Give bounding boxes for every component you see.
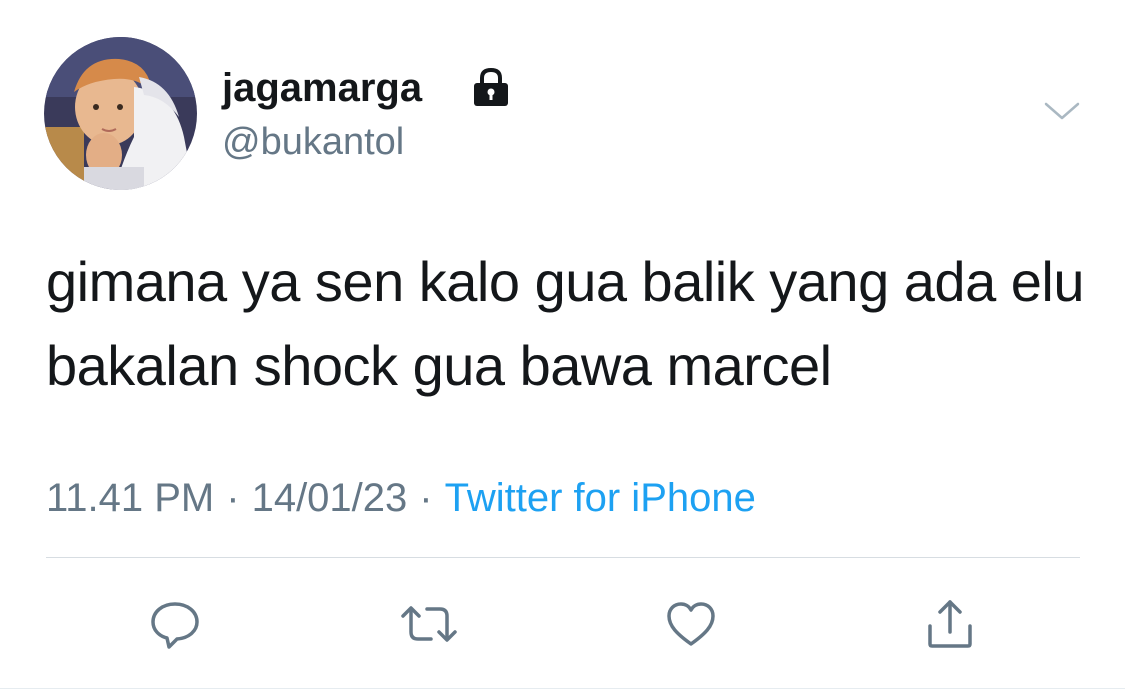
display-name[interactable]: jagamarga [222,64,422,112]
lock-icon [468,64,514,110]
user-handle[interactable]: @bukantol [222,118,404,166]
meta-separator: · [226,476,240,520]
heart-icon [667,602,715,646]
share-icon [928,600,972,648]
tweet-source-link[interactable]: Twitter for iPhone [445,476,756,520]
retweet-icon [401,606,457,642]
bottom-divider [0,688,1125,689]
tweet-date: 14/01/23 [251,476,408,520]
tweet-time: 11.41 PM [46,476,215,520]
reply-icon [151,602,199,649]
divider [46,557,1080,558]
tweet-card: jagamarga @bukantol gimana ya sen kalo g… [0,0,1125,691]
tweet-text: gimana ya sen kalo gua balik yang ada el… [46,250,1085,397]
avatar[interactable] [44,37,197,190]
reply-button[interactable] [143,592,207,656]
meta-separator: · [419,476,433,520]
retweet-button[interactable] [397,592,461,656]
chevron-down-icon[interactable] [1042,96,1082,126]
like-button[interactable] [659,592,723,656]
share-button[interactable] [918,592,982,656]
avatar-image [44,37,197,190]
tweet-meta: 11.41 PM · 14/01/23 · Twitter for iPhone [46,472,756,524]
